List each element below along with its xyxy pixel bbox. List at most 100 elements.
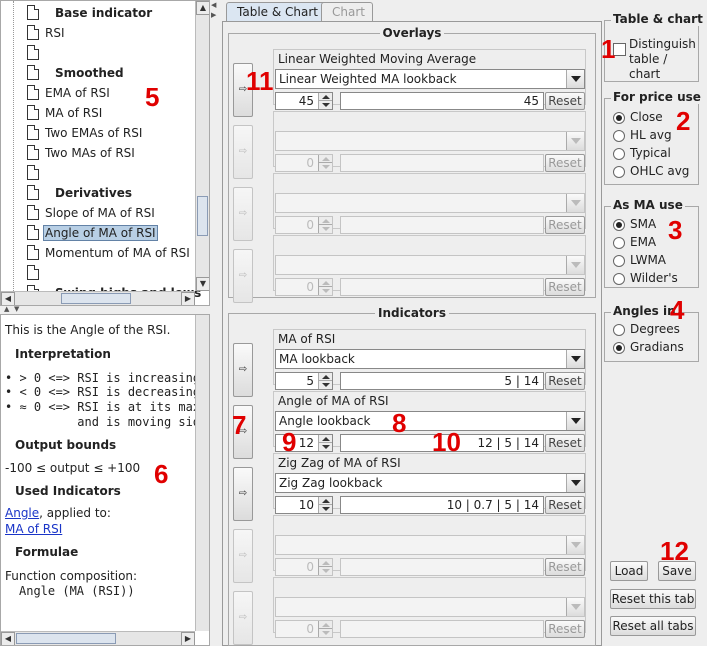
- values-field[interactable]: [340, 278, 544, 296]
- chevron-down-icon[interactable]: [566, 536, 584, 554]
- chevron-down-icon[interactable]: [566, 474, 584, 492]
- value-spinner[interactable]: 5: [275, 372, 333, 390]
- desc-hscroll-thumb[interactable]: [16, 633, 116, 644]
- spinner-up-icon[interactable]: [318, 155, 332, 163]
- row-apply-button[interactable]: ⇨: [233, 529, 253, 583]
- reset-button[interactable]: Reset: [545, 92, 585, 110]
- tree-scroll-thumb[interactable]: [197, 196, 208, 236]
- tree-hscroll-thumb[interactable]: [61, 293, 131, 304]
- chevron-down-icon[interactable]: [566, 70, 584, 88]
- tree-item[interactable]: [1, 263, 195, 283]
- tree-vertical-scrollbar[interactable]: ▲ ▼: [195, 1, 209, 291]
- radio-button[interactable]: [613, 255, 625, 267]
- value-spinner[interactable]: 0: [275, 620, 333, 638]
- description-vertical-scrollbar[interactable]: [195, 315, 209, 631]
- reset-button[interactable]: Reset: [545, 434, 585, 452]
- tab-chart[interactable]: Chart: [321, 2, 373, 22]
- parameter-combo[interactable]: [275, 535, 585, 555]
- tree-item[interactable]: Derivatives: [1, 183, 195, 203]
- splitter-up-icon[interactable]: ▲: [4, 306, 9, 313]
- row-apply-button[interactable]: ⇨: [233, 249, 253, 303]
- tree-item[interactable]: Two MAs of RSI: [1, 143, 195, 163]
- reset-button[interactable]: Reset: [545, 496, 585, 514]
- tree-item[interactable]: Angle of MA of RSI: [1, 223, 195, 243]
- spinner-down-icon[interactable]: [318, 381, 332, 389]
- radio-button[interactable]: [613, 324, 625, 336]
- spinner-up-icon[interactable]: [318, 559, 332, 567]
- spinner-down-icon[interactable]: [318, 287, 332, 295]
- reset-button[interactable]: Reset: [545, 372, 585, 390]
- reset-tab-button[interactable]: Reset this tab: [610, 589, 696, 609]
- spinner-down-icon[interactable]: [318, 443, 332, 451]
- spinner-down-icon[interactable]: [318, 225, 332, 233]
- spinner-up-icon[interactable]: [318, 497, 332, 505]
- chevron-down-icon[interactable]: [566, 412, 584, 430]
- radio-button[interactable]: [613, 112, 625, 124]
- parameter-combo[interactable]: Zig Zag lookback: [275, 473, 585, 493]
- chevron-down-icon[interactable]: [566, 350, 584, 368]
- radio-button[interactable]: [613, 342, 625, 354]
- value-spinner[interactable]: 0: [275, 558, 333, 576]
- value-spinner[interactable]: 0: [275, 216, 333, 234]
- tree-horizontal-scrollbar[interactable]: ◀ ▶: [1, 291, 195, 305]
- description-horizontal-scrollbar[interactable]: ◀ ▶: [1, 631, 195, 645]
- spinner-up-icon[interactable]: [318, 217, 332, 225]
- chevron-down-icon[interactable]: [566, 132, 584, 150]
- reset-button[interactable]: Reset: [545, 278, 585, 296]
- reset-button[interactable]: Reset: [545, 558, 585, 576]
- values-field[interactable]: [340, 620, 544, 638]
- spinner-up-icon[interactable]: [318, 279, 332, 287]
- chevron-down-icon[interactable]: [566, 598, 584, 616]
- values-field[interactable]: 5 | 14: [340, 372, 544, 390]
- value-spinner[interactable]: 10: [275, 496, 333, 514]
- radio-button[interactable]: [613, 219, 625, 231]
- tree-item[interactable]: RSI: [1, 23, 195, 43]
- spinner-up-icon[interactable]: [318, 373, 332, 381]
- desc-scroll-left-icon[interactable]: ◀: [1, 632, 15, 645]
- parameter-combo[interactable]: [275, 597, 585, 617]
- values-field[interactable]: 10 | 0.7 | 5 | 14: [340, 496, 544, 514]
- indicator-tree[interactable]: Base indicator RSI Smoothed EMA of RSI MA of…: [0, 0, 210, 306]
- spinner-down-icon[interactable]: [318, 629, 332, 637]
- tree-item[interactable]: [1, 43, 195, 63]
- tree-item[interactable]: Slope of MA of RSI: [1, 203, 195, 223]
- tree-item[interactable]: Smoothed: [1, 63, 195, 83]
- desc-scroll-right-icon[interactable]: ▶: [181, 632, 195, 645]
- ma-of-rsi-link[interactable]: MA of RSI: [5, 522, 62, 536]
- value-spinner[interactable]: 45: [275, 92, 333, 110]
- row-apply-button[interactable]: ⇨: [233, 125, 253, 179]
- tree-item[interactable]: Momentum of MA of RSI: [1, 243, 195, 263]
- parameter-combo[interactable]: Angle lookback: [275, 411, 585, 431]
- radio-button[interactable]: [613, 273, 625, 285]
- spinner-down-icon[interactable]: [318, 101, 332, 109]
- tree-item[interactable]: EMA of RSI: [1, 83, 195, 103]
- value-spinner[interactable]: 0: [275, 154, 333, 172]
- splitter-right-icon[interactable]: ▶: [211, 12, 216, 19]
- chevron-down-icon[interactable]: [566, 194, 584, 212]
- values-field[interactable]: [340, 216, 544, 234]
- load-button[interactable]: Load: [610, 561, 648, 581]
- spinner-up-icon[interactable]: [318, 621, 332, 629]
- tree-item[interactable]: Base indicator: [1, 3, 195, 23]
- spinner-up-icon[interactable]: [318, 93, 332, 101]
- spinner-down-icon[interactable]: [318, 567, 332, 575]
- row-apply-button[interactable]: ⇨: [233, 343, 253, 397]
- values-field[interactable]: 45: [340, 92, 544, 110]
- tree-item[interactable]: MA of RSI: [1, 103, 195, 123]
- reset-button[interactable]: Reset: [545, 154, 585, 172]
- parameter-combo[interactable]: MA lookback: [275, 349, 585, 369]
- spinner-down-icon[interactable]: [318, 505, 332, 513]
- tree-item[interactable]: Two EMAs of RSI: [1, 123, 195, 143]
- spinner-up-icon[interactable]: [318, 435, 332, 443]
- tree-item[interactable]: [1, 163, 195, 183]
- parameter-combo[interactable]: [275, 193, 585, 213]
- reset-button[interactable]: Reset: [545, 216, 585, 234]
- spinner-down-icon[interactable]: [318, 163, 332, 171]
- scroll-right-icon[interactable]: ▶: [181, 292, 195, 305]
- vertical-splitter[interactable]: ◀ ▶: [210, 0, 218, 646]
- reset-all-button[interactable]: Reset all tabs: [610, 616, 696, 636]
- parameter-combo[interactable]: Linear Weighted MA lookback: [275, 69, 585, 89]
- splitter-left-icon[interactable]: ◀: [211, 2, 216, 9]
- parameter-combo[interactable]: [275, 131, 585, 151]
- row-apply-button[interactable]: ⇨: [233, 467, 253, 521]
